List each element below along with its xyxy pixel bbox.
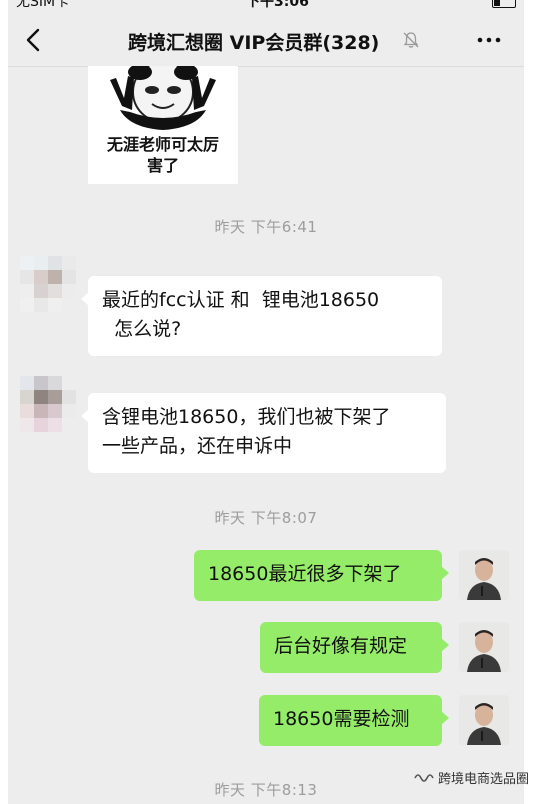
person-photo-icon	[459, 622, 509, 672]
message-bubble[interactable]: 后台好像有规定	[260, 622, 449, 673]
back-icon[interactable]	[24, 27, 44, 53]
message-bubble[interactable]: 18650最近很多下架了	[194, 550, 449, 601]
avatar-self[interactable]	[459, 695, 509, 745]
timestamp: 昨天 下午6:41	[214, 218, 318, 236]
panda-face-sticker	[100, 66, 226, 132]
status-bar: 无SIM卡 下午3:06	[8, 0, 524, 10]
message-bubble[interactable]: 含锂电池18650，我们也被下架了 一些产品，还在申诉中	[81, 393, 446, 473]
person-photo-icon	[459, 550, 509, 600]
more-icon[interactable]	[475, 30, 503, 50]
watermark-text: 跨境电商选品圈	[438, 772, 530, 787]
wechat-channel-icon	[414, 773, 434, 782]
avatar-blurred[interactable]	[20, 376, 76, 432]
clock-label: 下午3:06	[246, 0, 309, 10]
nav-bar: 跨境汇想圈 VIP会员群(328)	[8, 10, 524, 67]
sticker-caption: 无涯老师可太厉 害了	[106, 135, 219, 175]
mute-bell-icon	[403, 32, 419, 48]
status-icons	[492, 0, 516, 8]
avatar-blurred[interactable]	[20, 256, 76, 312]
chat-title: 跨境汇想圈 VIP会员群(328)	[128, 32, 380, 54]
person-photo-icon	[459, 695, 509, 745]
sticker-message[interactable]: 无涯老师可太厉 害了	[88, 66, 238, 184]
carrier-label: 无SIM卡	[16, 0, 70, 10]
message-bubble[interactable]: 最近的fcc认证 和 锂电池18650 怎么说?	[81, 276, 442, 356]
avatar-self[interactable]	[459, 622, 509, 672]
avatar-self[interactable]	[459, 550, 509, 600]
battery-icon	[492, 0, 516, 8]
message-bubble[interactable]: 18650需要检测	[259, 695, 449, 746]
watermark: 跨境电商选品圈	[414, 768, 529, 787]
timestamp: 昨天 下午8:07	[214, 509, 318, 527]
